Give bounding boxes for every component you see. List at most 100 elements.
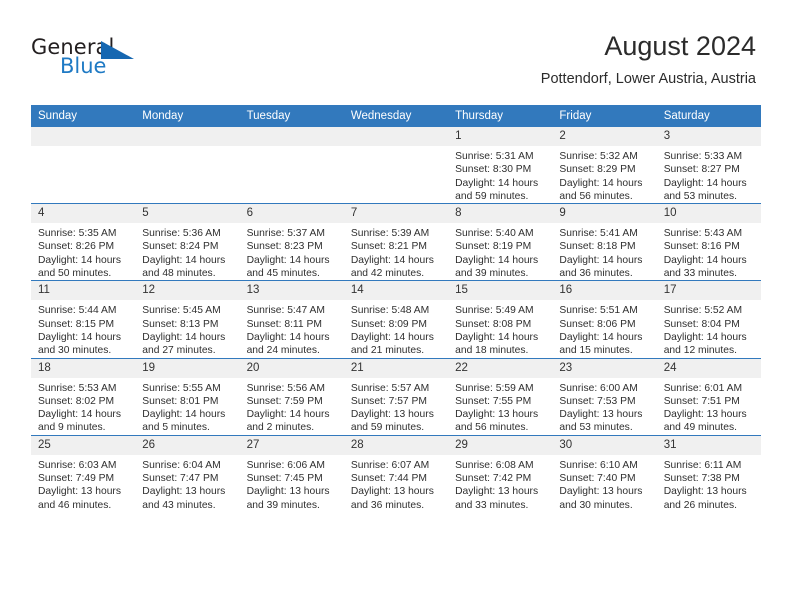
daylight-duration-line1: Daylight: 14 hours: [350, 254, 434, 266]
calendar-week-row: 18 Sunrise: 5:53 AM Sunset: 8:02 PM Dayligh…: [31, 357, 761, 436]
day-details: Sunrise: 5:51 AM Sunset: 8:06 PM Daylight:…: [552, 300, 656, 357]
sunset-time: Sunset: 8:16 PM: [663, 241, 740, 253]
calendar-day-cell[interactable]: 12 Sunrise: 5:45 AM Sunset: 8:13 PM Dayligh…: [135, 280, 240, 359]
calendar-day-cell[interactable]: 13 Sunrise: 5:47 AM Sunset: 8:11 PM Dayligh…: [239, 280, 344, 359]
day-number: 27: [239, 435, 344, 455]
daylight-duration-line2: and 46 minutes.: [38, 499, 112, 511]
calendar-day-cell[interactable]: 21 Sunrise: 5:57 AM Sunset: 7:57 PM Dayligh…: [343, 357, 449, 436]
calendar-week-row: 4 Sunrise: 5:35 AM Sunset: 8:26 PM Daylight…: [31, 203, 761, 281]
daylight-duration-line1: Daylight: 13 hours: [38, 486, 121, 498]
sunrise-time: Sunrise: 6:06 AM: [246, 459, 325, 471]
weekday-header-wednesday: Wednesday: [343, 105, 449, 127]
location-subtitle: Pottendorf, Lower Austria, Austria: [540, 71, 756, 87]
general-blue-logo[interactable]: General Blue: [31, 36, 151, 84]
calendar-day-cell[interactable]: 22 Sunrise: 5:59 AM Sunset: 7:55 PM Dayligh…: [448, 357, 553, 436]
daylight-duration-line1: Daylight: 14 hours: [142, 254, 226, 266]
sunrise-time: Sunrise: 5:49 AM: [455, 305, 534, 317]
calendar-day-cell[interactable]: 23 Sunrise: 6:00 AM Sunset: 7:53 PM Dayligh…: [552, 357, 657, 436]
daylight-duration-line1: Daylight: 13 hours: [246, 486, 330, 498]
sunset-time: Sunset: 8:19 PM: [455, 241, 532, 253]
calendar-day-cell[interactable]: 10 Sunrise: 5:43 AM Sunset: 8:16 PM Dayligh…: [656, 203, 761, 281]
day-details: Sunrise: 5:35 AM Sunset: 8:26 PM Daylight:…: [31, 223, 135, 280]
day-details: Sunrise: 5:32 AM Sunset: 8:29 PM Daylight:…: [552, 146, 656, 203]
daylight-duration-line2: and 15 minutes.: [559, 345, 633, 357]
sunset-time: Sunset: 7:42 PM: [455, 473, 532, 485]
weekday-header-monday: Monday: [135, 105, 240, 127]
sunrise-time: Sunrise: 5:59 AM: [455, 382, 534, 394]
calendar-day-cell[interactable]: 19 Sunrise: 5:55 AM Sunset: 8:01 PM Dayligh…: [135, 357, 240, 436]
daylight-duration-line1: Daylight: 14 hours: [246, 254, 330, 266]
day-details: Sunrise: 5:41 AM Sunset: 8:18 PM Daylight:…: [552, 223, 656, 280]
calendar-day-cell[interactable]: 20 Sunrise: 5:56 AM Sunset: 7:59 PM Dayligh…: [239, 357, 344, 436]
calendar-day-cell[interactable]: 31 Sunrise: 6:11 AM Sunset: 7:38 PM Dayligh…: [656, 434, 761, 512]
calendar-page: General Blue August 2024 Pottendorf, Low…: [0, 0, 792, 612]
daylight-duration-line1: Daylight: 13 hours: [663, 409, 747, 421]
calendar-day-cell[interactable]: 30 Sunrise: 6:10 AM Sunset: 7:40 PM Dayligh…: [552, 434, 657, 512]
calendar-day-cell[interactable]: 7 Sunrise: 5:39 AM Sunset: 8:21 PM Daylight…: [343, 203, 449, 281]
day-number: [239, 127, 344, 146]
day-details: Sunrise: 5:31 AM Sunset: 8:30 PM Daylight:…: [448, 146, 552, 203]
calendar-day-cell[interactable]: 6 Sunrise: 5:37 AM Sunset: 8:23 PM Daylight…: [239, 203, 344, 281]
daylight-duration-line2: and 56 minutes.: [455, 422, 529, 434]
calendar-day-cell[interactable]: 11 Sunrise: 5:44 AM Sunset: 8:15 PM Dayligh…: [31, 280, 136, 359]
calendar-day-cell[interactable]: 4 Sunrise: 5:35 AM Sunset: 8:26 PM Daylight…: [31, 203, 136, 281]
daylight-duration-line2: and 42 minutes.: [350, 268, 425, 280]
calendar-day-cell[interactable]: 28 Sunrise: 6:07 AM Sunset: 7:44 PM Dayligh…: [343, 434, 449, 512]
weekday-header-row: Sunday Monday Tuesday Wednesday Thursday…: [31, 105, 761, 127]
sunrise-time: Sunrise: 5:45 AM: [142, 305, 221, 317]
calendar-day-cell[interactable]: 1 Sunrise: 5:31 AM Sunset: 8:30 PM Daylight…: [448, 127, 553, 204]
weekday-header-friday: Friday: [552, 105, 657, 127]
daylight-duration-line1: Daylight: 14 hours: [455, 177, 539, 189]
day-number: 30: [552, 435, 657, 455]
daylight-duration-line2: and 59 minutes.: [455, 190, 529, 202]
day-number: 8: [448, 204, 553, 224]
calendar-day-cell[interactable]: 9 Sunrise: 5:41 AM Sunset: 8:18 PM Daylight…: [552, 203, 657, 281]
day-number: 11: [31, 281, 136, 301]
calendar-day-cell[interactable]: 25 Sunrise: 6:03 AM Sunset: 7:49 PM Dayligh…: [31, 434, 136, 512]
calendar-day-cell[interactable]: 2 Sunrise: 5:32 AM Sunset: 8:29 PM Daylight…: [552, 127, 657, 204]
calendar-day-cell[interactable]: 26 Sunrise: 6:04 AM Sunset: 7:47 PM Dayligh…: [135, 434, 240, 512]
calendar-cell-empty: [343, 127, 449, 204]
sunrise-sunset-calendar: Sunday Monday Tuesday Wednesday Thursday…: [31, 105, 761, 512]
daylight-duration-line2: and 33 minutes.: [663, 268, 737, 280]
page-title: August 2024: [604, 31, 756, 61]
daylight-duration-line1: Daylight: 13 hours: [455, 409, 539, 421]
daylight-duration-line2: and 30 minutes.: [559, 499, 633, 511]
sunset-time: Sunset: 8:15 PM: [38, 318, 115, 330]
weekday-header-sunday: Sunday: [31, 105, 136, 127]
calendar-day-cell[interactable]: 24 Sunrise: 6:01 AM Sunset: 7:51 PM Dayligh…: [656, 357, 761, 436]
day-number: 22: [448, 358, 553, 378]
calendar-day-cell[interactable]: 15 Sunrise: 5:49 AM Sunset: 8:08 PM Dayligh…: [448, 280, 553, 359]
sunrise-time: Sunrise: 5:33 AM: [663, 151, 743, 162]
sunrise-time: Sunrise: 6:11 AM: [663, 459, 742, 471]
day-number: 29: [448, 435, 553, 455]
day-number: 25: [31, 435, 136, 455]
sunset-time: Sunset: 8:09 PM: [350, 318, 427, 330]
calendar-day-cell[interactable]: 3 Sunrise: 5:33 AM Sunset: 8:27 PM Daylight…: [656, 127, 761, 204]
sunset-time: Sunset: 8:02 PM: [38, 395, 115, 407]
calendar-cell-empty: [135, 127, 240, 204]
sunset-time: Sunset: 8:08 PM: [455, 318, 532, 330]
calendar-day-cell[interactable]: 18 Sunrise: 5:53 AM Sunset: 8:02 PM Dayligh…: [31, 357, 136, 436]
sunset-time: Sunset: 7:59 PM: [246, 395, 323, 407]
day-number: 19: [135, 358, 240, 378]
calendar-day-cell[interactable]: 27 Sunrise: 6:06 AM Sunset: 7:45 PM Dayligh…: [239, 434, 344, 512]
calendar-day-cell[interactable]: 14 Sunrise: 5:48 AM Sunset: 8:09 PM Dayligh…: [343, 280, 449, 359]
calendar-day-cell[interactable]: 29 Sunrise: 6:08 AM Sunset: 7:42 PM Dayligh…: [448, 434, 553, 512]
calendar-day-cell[interactable]: 5 Sunrise: 5:36 AM Sunset: 8:24 PM Daylight…: [135, 203, 240, 281]
daylight-duration-line1: Daylight: 14 hours: [559, 254, 643, 266]
daylight-duration-line2: and 2 minutes.: [246, 422, 315, 434]
day-number: 26: [135, 435, 240, 455]
day-number: 31: [656, 435, 761, 455]
daylight-duration-line2: and 33 minutes.: [455, 499, 529, 511]
sunset-time: Sunset: 7:57 PM: [350, 395, 427, 407]
sunrise-time: Sunrise: 6:01 AM: [663, 382, 743, 394]
calendar-day-cell[interactable]: 16 Sunrise: 5:51 AM Sunset: 8:06 PM Dayligh…: [552, 280, 657, 359]
calendar-week-row: 25 Sunrise: 6:03 AM Sunset: 7:49 PM Dayligh…: [31, 434, 761, 512]
calendar-day-cell[interactable]: 8 Sunrise: 5:40 AM Sunset: 8:19 PM Daylight…: [448, 203, 553, 281]
sunrise-time: Sunrise: 6:08 AM: [455, 459, 534, 471]
daylight-duration-line2: and 36 minutes.: [350, 499, 425, 511]
day-details: Sunrise: 5:49 AM Sunset: 8:08 PM Daylight:…: [448, 300, 552, 357]
calendar-day-cell[interactable]: 17 Sunrise: 5:52 AM Sunset: 8:04 PM Dayligh…: [656, 280, 761, 359]
sunrise-time: Sunrise: 5:56 AM: [246, 382, 325, 394]
